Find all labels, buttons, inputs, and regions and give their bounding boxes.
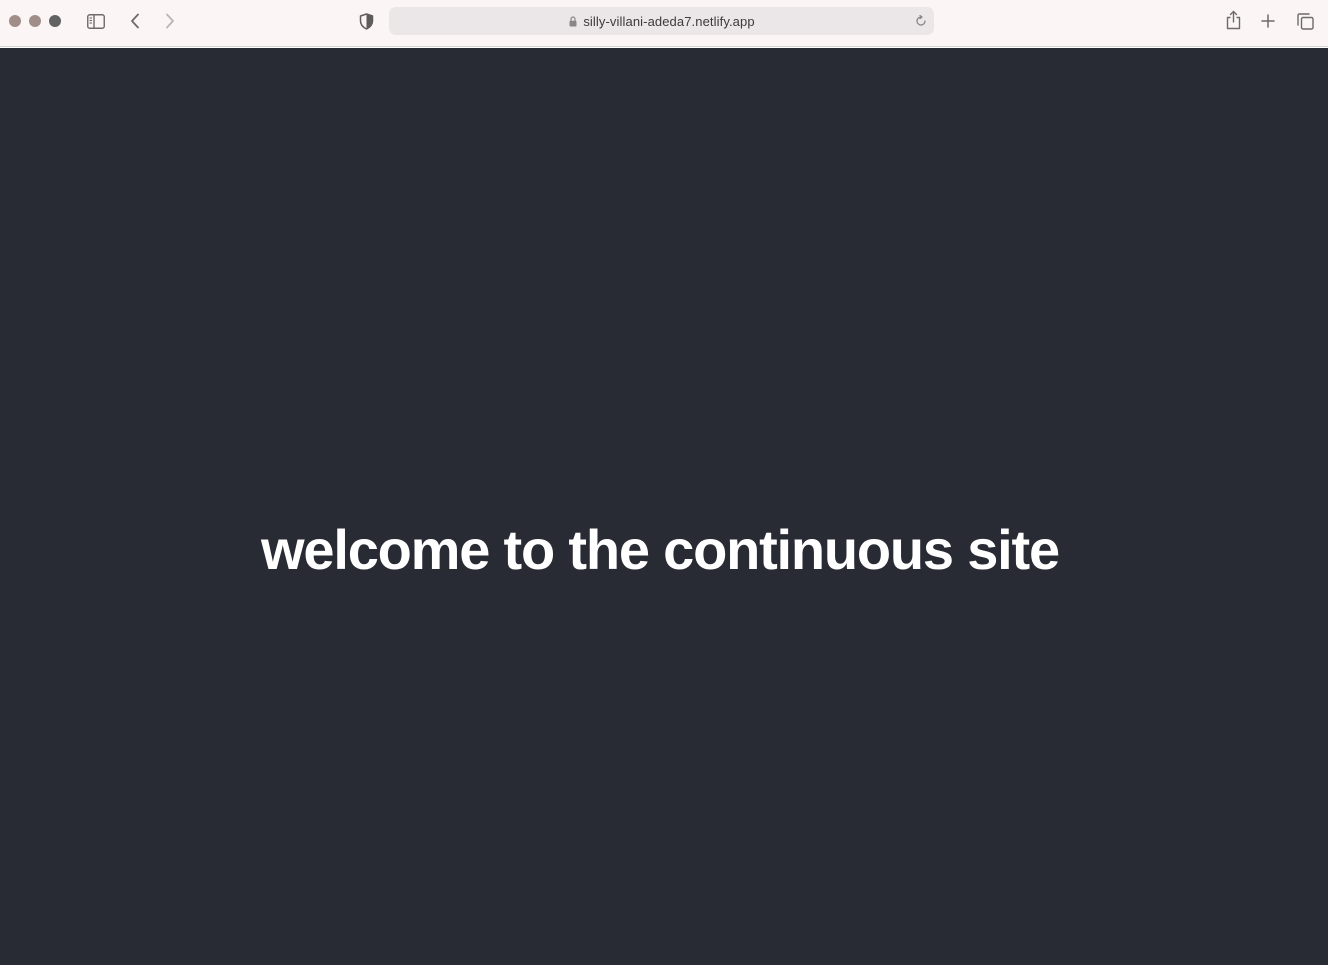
shield-icon[interactable] bbox=[357, 11, 375, 31]
lock-icon bbox=[568, 15, 577, 27]
chevron-right-icon[interactable] bbox=[162, 11, 178, 31]
zoom-window-button[interactable] bbox=[49, 15, 61, 27]
browser-window: silly-villani-adeda7.netlify.app welcome… bbox=[0, 0, 1328, 965]
browser-toolbar: silly-villani-adeda7.netlify.app bbox=[0, 0, 1328, 47]
close-window-button[interactable] bbox=[9, 15, 21, 27]
page-content: welcome to the continuous site bbox=[0, 48, 1328, 965]
plus-icon[interactable] bbox=[1259, 11, 1277, 31]
chevron-left-icon[interactable] bbox=[127, 11, 143, 31]
page-headline: welcome to the continuous site bbox=[261, 518, 1060, 581]
url-text: silly-villani-adeda7.netlify.app bbox=[583, 13, 755, 29]
share-icon[interactable] bbox=[1224, 9, 1242, 31]
reload-icon[interactable] bbox=[914, 14, 928, 28]
address-bar[interactable]: silly-villani-adeda7.netlify.app bbox=[389, 7, 934, 35]
tabs-overview-icon[interactable] bbox=[1295, 11, 1315, 31]
sidebar-toggle-icon[interactable] bbox=[86, 11, 106, 31]
minimize-window-button[interactable] bbox=[29, 15, 41, 27]
